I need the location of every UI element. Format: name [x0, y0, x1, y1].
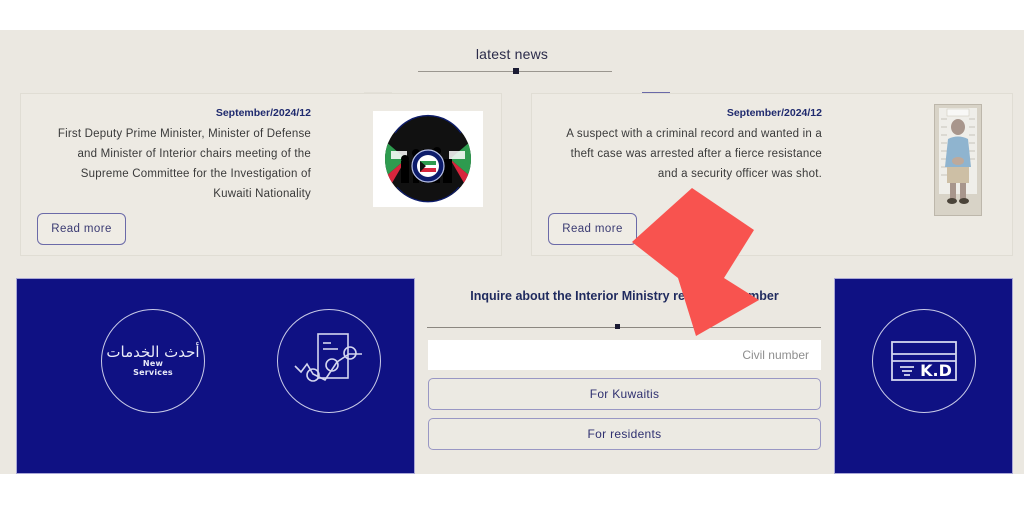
document-chart-glyph-icon	[294, 333, 362, 382]
news-date: September/2024/12	[215, 107, 311, 119]
mugshot-svg	[935, 105, 981, 215]
inquire-divider	[427, 327, 821, 328]
news-headline: A suspect with a criminal record and wan…	[566, 128, 822, 180]
new-services-label-ar: أحدث الخدمات	[106, 342, 200, 361]
inquire-panel: Inquire about the Interior Ministry refe…	[415, 278, 834, 474]
new-services-label: أحدث الخدمات New Services	[106, 342, 200, 378]
read-more-button[interactable]: Read more	[548, 213, 637, 245]
page-title: latest news	[475, 46, 549, 62]
services-panel-right: K.D	[834, 278, 1013, 474]
document-chart-circle-icon[interactable]	[277, 309, 381, 413]
news-headline: First Deputy Prime Minister, Minister of…	[57, 128, 311, 200]
news-card[interactable]: September/2024/12 First Deputy Prime Min…	[20, 93, 502, 256]
ministry-logo-svg	[385, 114, 471, 203]
carousel-position-dot[interactable]	[513, 68, 519, 74]
bottom-band	[0, 474, 1024, 512]
payment-card-glyph-icon: K.D	[891, 341, 957, 381]
suspect-mugshot-image	[934, 104, 982, 216]
latest-news-header: latest news ❮ ❯	[0, 30, 1024, 118]
inquire-title: Inquire about the Interior Ministry refe…	[470, 289, 779, 303]
news-thumbnail	[373, 111, 483, 207]
news-date: September/2024/12	[726, 107, 822, 119]
page-root: latest news ❮ ❯ September/2024/12 First …	[0, 0, 1024, 512]
kd-currency-label: K.D	[920, 361, 952, 380]
inquire-divider-dot	[615, 324, 620, 329]
payment-card-kd-circle-icon[interactable]: K.D	[872, 309, 976, 413]
read-more-button[interactable]: Read more	[37, 213, 126, 245]
ministry-of-interior-logo-icon	[373, 111, 483, 207]
news-thumbnail	[934, 104, 982, 216]
new-services-label-en-2: Services	[133, 367, 173, 377]
civil-number-input[interactable]	[428, 340, 821, 370]
new-services-circle-icon[interactable]: أحدث الخدمات New Services	[101, 309, 205, 413]
for-residents-button[interactable]: For residents	[428, 418, 821, 450]
services-panel-left: أحدث الخدمات New Services	[16, 278, 415, 474]
for-kuwaitis-button[interactable]: For Kuwaitis	[428, 378, 821, 410]
news-card[interactable]: September/2024/12 A suspect with a crimi…	[531, 93, 1013, 256]
